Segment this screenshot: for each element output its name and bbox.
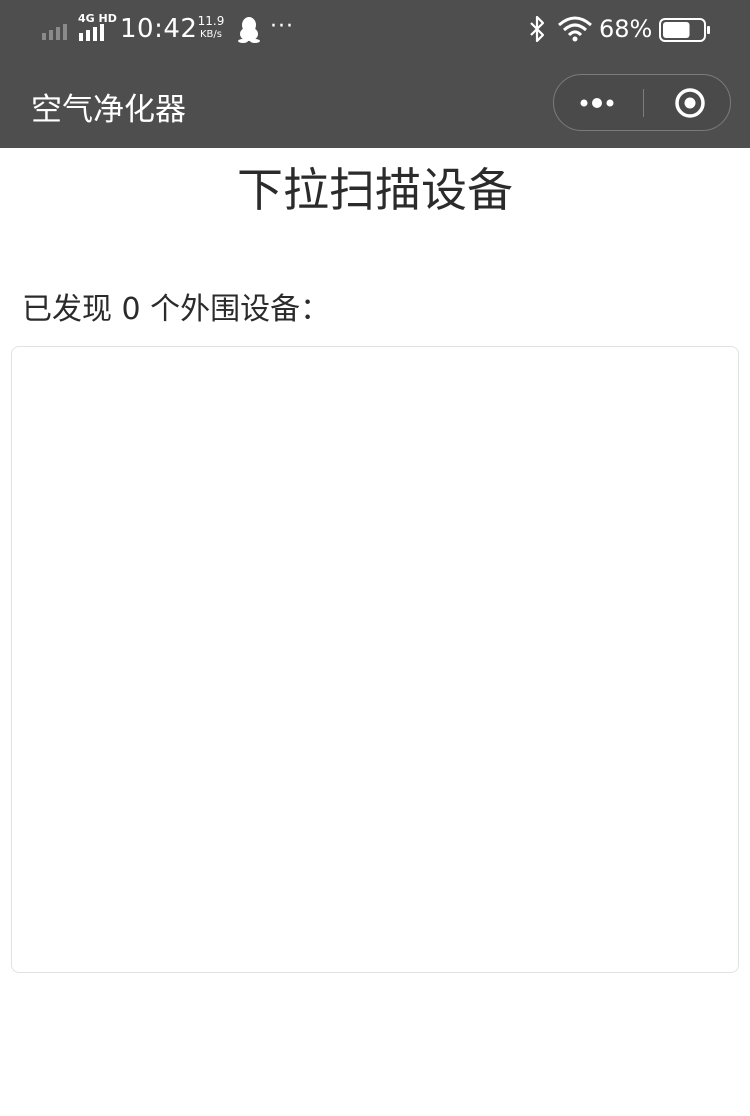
navigation-bar: 空气净化器 [0,60,750,148]
signal-strength-4g-icon [79,24,104,41]
close-mini-program-icon[interactable] [644,75,730,129]
battery-percent: 68% [599,15,653,43]
signal-strength-icon [42,24,67,40]
page-title: 下拉扫描设备 [237,163,513,217]
bluetooth-icon [530,15,545,43]
status-more-icon: ··· [270,14,294,39]
battery-icon [659,18,710,42]
app-title: 空气净化器 [31,92,186,128]
mini-program-capsule [553,74,731,131]
status-bar: 4G HD 10:42 11.9 KB/s ··· 68% [0,0,750,60]
more-options-icon[interactable] [554,75,642,129]
network-speed-value: 11.9 [197,14,225,28]
network-speed-unit: KB/s [200,29,222,40]
found-devices-label: 已发现 0 个外围设备： [22,292,331,327]
qq-penguin-icon [238,17,260,43]
status-time: 10:42 [120,14,198,44]
device-list[interactable] [11,346,739,973]
wifi-icon [558,16,592,42]
network-speed: 11.9 KB/s [195,15,227,41]
